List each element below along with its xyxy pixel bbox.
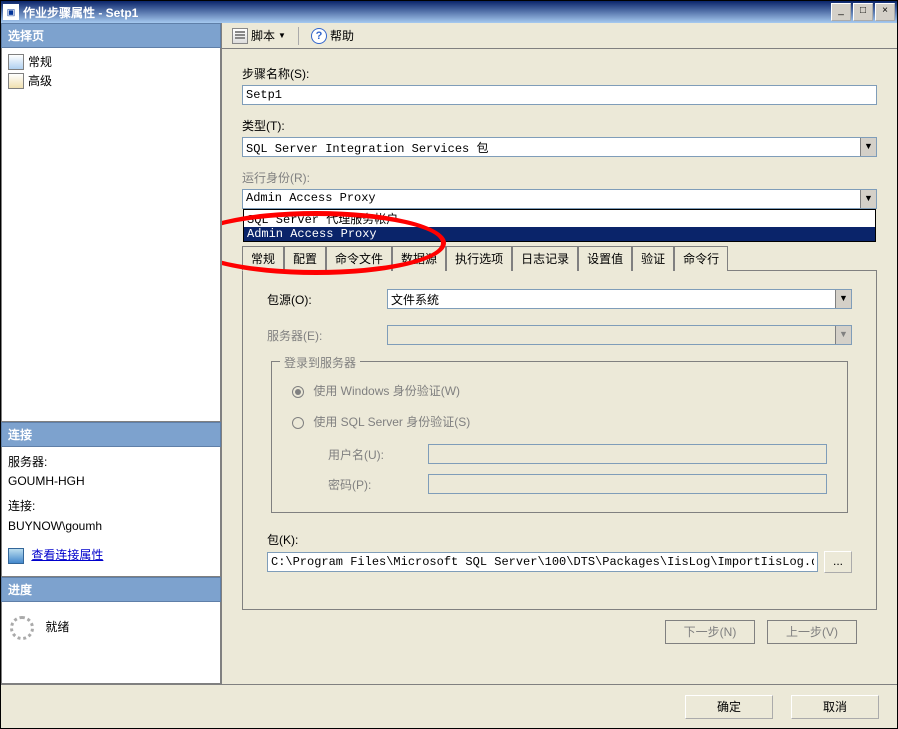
step-name-input[interactable] bbox=[242, 85, 877, 105]
left-pane: 选择页 常规 高级 连接 服务器: GOUMH-HGH 连 bbox=[1, 23, 221, 684]
nav-item-label: 高级 bbox=[28, 72, 52, 89]
tab-setvalues[interactable]: 设置值 bbox=[578, 246, 632, 271]
conn-label: 连接: bbox=[8, 497, 214, 516]
tab-logging[interactable]: 日志记录 bbox=[512, 246, 578, 271]
runas-combo[interactable]: Admin Access Proxy SQL Server 代理服务帐户 Adm… bbox=[242, 189, 877, 209]
minimize-button[interactable]: _ bbox=[831, 3, 851, 21]
script-button[interactable]: 脚本 ▼ bbox=[228, 25, 290, 46]
page-icon bbox=[8, 54, 24, 70]
nav-item-general[interactable]: 常规 bbox=[6, 52, 216, 71]
runas-option[interactable]: Admin Access Proxy bbox=[244, 227, 875, 241]
toolbar: 脚本 ▼ ? 帮助 bbox=[222, 23, 897, 49]
cancel-button[interactable]: 取消 bbox=[791, 695, 879, 719]
server-field-label: 服务器(E): bbox=[267, 327, 387, 344]
page-icon bbox=[8, 73, 24, 89]
maximize-button[interactable]: □ bbox=[853, 3, 873, 21]
wizard-nav: 下一步(N) 上一步(V) bbox=[242, 610, 877, 644]
progress-status: 就绪 bbox=[45, 620, 69, 634]
browse-button[interactable]: ... bbox=[824, 551, 852, 573]
dialog-window: ▣ 作业步骤属性 - Setp1 _ □ × 选择页 常规 高级 bbox=[0, 0, 898, 729]
dialog-footer: 确定 取消 bbox=[1, 684, 897, 728]
server-value bbox=[388, 326, 835, 344]
view-connection-props-link[interactable]: 查看连接属性 bbox=[31, 548, 103, 562]
nav-item-label: 常规 bbox=[28, 53, 52, 70]
chevron-down-icon bbox=[835, 326, 851, 344]
nav-item-advanced[interactable]: 高级 bbox=[6, 71, 216, 90]
conn-value: BUYNOW\goumh bbox=[8, 517, 214, 536]
script-icon bbox=[232, 28, 248, 44]
type-combo[interactable]: SQL Server Integration Services 包 bbox=[242, 137, 877, 157]
radio-icon bbox=[292, 417, 304, 429]
script-label: 脚本 bbox=[251, 27, 275, 44]
runas-dropdown-list: SQL Server 代理服务帐户 Admin Access Proxy bbox=[243, 209, 876, 242]
pkg-source-combo[interactable]: 文件系统 bbox=[387, 289, 852, 309]
progress-spinner-icon bbox=[10, 616, 34, 640]
app-icon: ▣ bbox=[3, 4, 19, 20]
runas-option[interactable]: SQL Server 代理服务帐户 bbox=[244, 210, 875, 227]
toolbar-separator bbox=[298, 27, 299, 45]
pkg-source-value: 文件系统 bbox=[388, 290, 835, 308]
login-legend: 登录到服务器 bbox=[280, 354, 360, 371]
user-label: 用户名(U): bbox=[328, 446, 428, 463]
tab-panel-general: 包源(O): 文件系统 服务器(E): bbox=[242, 270, 877, 610]
ok-button[interactable]: 确定 bbox=[685, 695, 773, 719]
pass-label: 密码(P): bbox=[328, 476, 428, 493]
select-page-header: 选择页 bbox=[1, 23, 221, 48]
server-label: 服务器: bbox=[8, 453, 214, 472]
radio-icon bbox=[292, 386, 304, 398]
tab-cmdline[interactable]: 命令行 bbox=[674, 246, 728, 271]
step-name-label: 步骤名称(S): bbox=[242, 65, 877, 82]
titlebar: ▣ 作业步骤属性 - Setp1 _ □ × bbox=[1, 1, 897, 23]
user-input bbox=[428, 444, 827, 464]
window-title: 作业步骤属性 - Setp1 bbox=[23, 4, 829, 21]
tab-strip: 常规 配置 命令文件 数据源 执行选项 日志记录 设置值 验证 命令行 bbox=[242, 245, 877, 270]
auth-sql-label: 使用 SQL Server 身份验证(S) bbox=[313, 415, 470, 429]
type-label: 类型(T): bbox=[242, 117, 877, 134]
progress-header: 进度 bbox=[1, 577, 221, 602]
tab-config[interactable]: 配置 bbox=[284, 246, 326, 271]
server-value: GOUMH-HGH bbox=[8, 472, 214, 491]
chevron-down-icon[interactable] bbox=[835, 290, 851, 308]
prev-button: 上一步(V) bbox=[767, 620, 857, 644]
tab-verify[interactable]: 验证 bbox=[632, 246, 674, 271]
pkg-source-label: 包源(O): bbox=[267, 291, 387, 308]
chevron-down-icon[interactable] bbox=[860, 138, 876, 156]
help-button[interactable]: ? 帮助 bbox=[307, 25, 358, 46]
pass-input bbox=[428, 474, 827, 494]
runas-label: 运行身份(R): bbox=[242, 169, 877, 186]
server-combo bbox=[387, 325, 852, 345]
tab-cmdfile[interactable]: 命令文件 bbox=[326, 246, 392, 271]
close-button[interactable]: × bbox=[875, 3, 895, 21]
connection-header: 连接 bbox=[1, 422, 221, 447]
help-icon: ? bbox=[311, 28, 327, 44]
pkg-path-input[interactable] bbox=[267, 552, 818, 572]
auth-win-radio: 使用 Windows 身份验证(W) bbox=[292, 382, 827, 399]
next-button: 下一步(N) bbox=[665, 620, 755, 644]
chevron-down-icon: ▼ bbox=[278, 31, 286, 40]
right-pane: 脚本 ▼ ? 帮助 步骤名称(S): bbox=[221, 23, 897, 684]
runas-value: Admin Access Proxy bbox=[243, 190, 860, 208]
login-fieldset: 登录到服务器 使用 Windows 身份验证(W) 使用 SQL Server … bbox=[271, 361, 848, 513]
auth-sql-radio: 使用 SQL Server 身份验证(S) bbox=[292, 413, 827, 430]
auth-win-label: 使用 Windows 身份验证(W) bbox=[313, 384, 460, 398]
tab-execopts[interactable]: 执行选项 bbox=[446, 246, 512, 271]
form-area: 步骤名称(S): 类型(T): SQL Server Integration S… bbox=[222, 49, 897, 684]
chevron-down-icon[interactable] bbox=[860, 190, 876, 208]
help-label: 帮助 bbox=[330, 27, 354, 44]
tab-datasource[interactable]: 数据源 bbox=[392, 246, 446, 271]
type-value: SQL Server Integration Services 包 bbox=[243, 138, 860, 156]
tab-general[interactable]: 常规 bbox=[242, 246, 284, 271]
connection-props-icon bbox=[8, 548, 24, 564]
pkg-label: 包(K): bbox=[267, 531, 852, 548]
